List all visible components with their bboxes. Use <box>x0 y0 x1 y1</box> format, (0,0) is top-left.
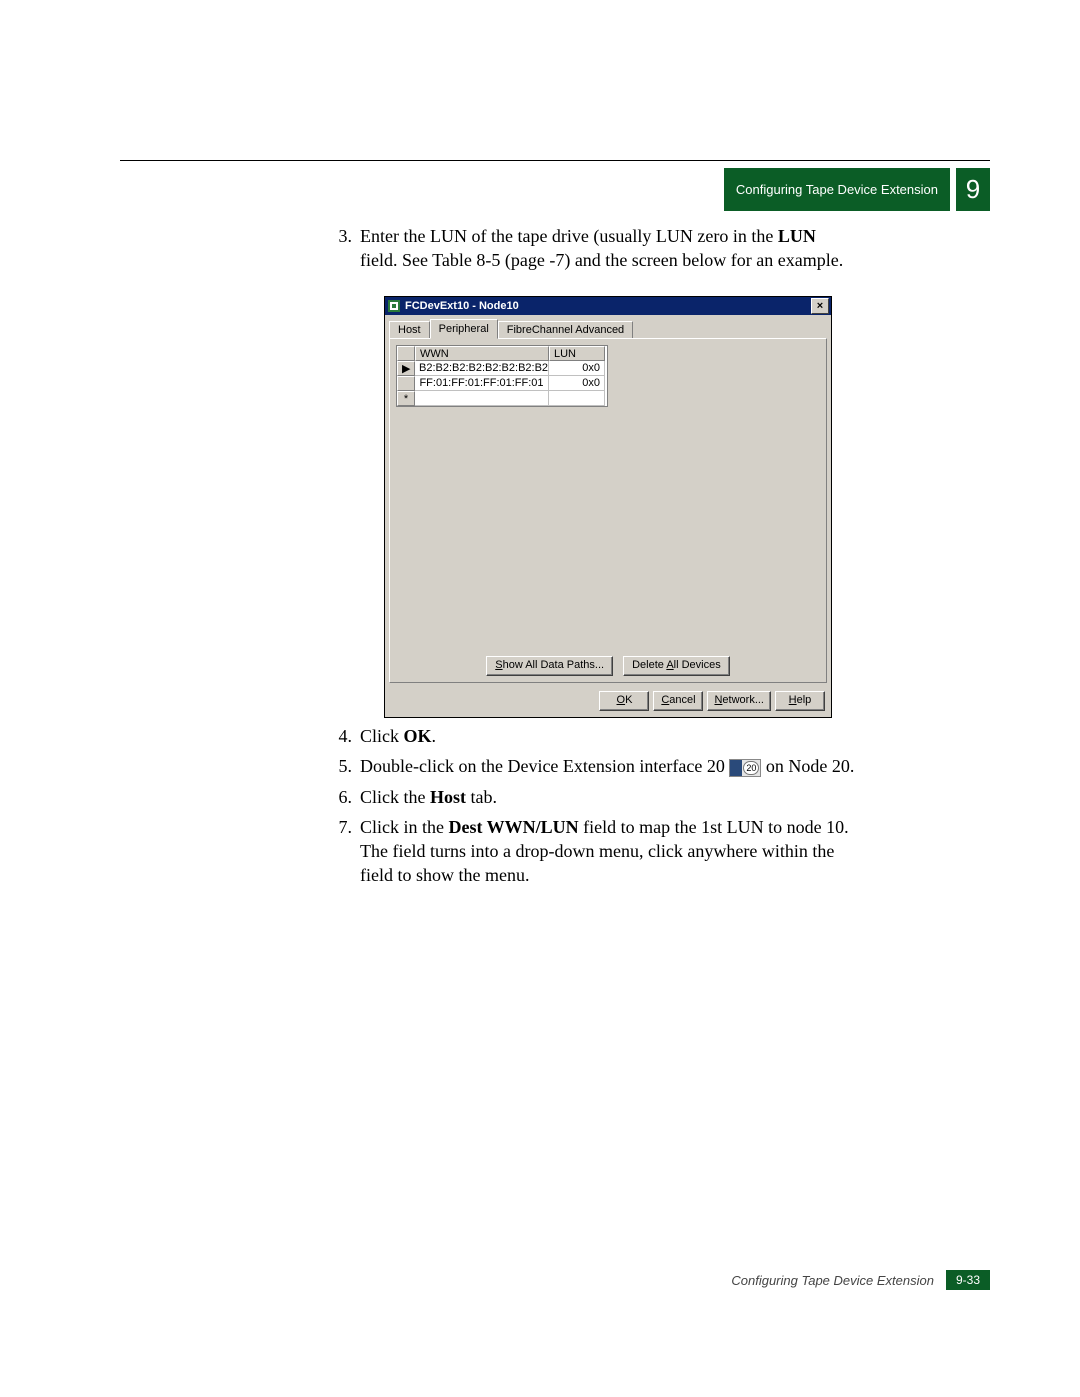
grid-corner <box>397 346 415 361</box>
btn-label-rest: how All Data Paths... <box>503 659 605 671</box>
page-footer: Configuring Tape Device Extension 9-33 <box>731 1270 990 1290</box>
network-button[interactable]: Network... <box>707 691 771 711</box>
footer-section-title: Configuring Tape Device Extension <box>731 1273 934 1288</box>
device-grid[interactable]: WWN LUN ▶ B2:B2:B2:B2:B2:B2:B2:B2 0x0 FF… <box>396 345 608 407</box>
bold-ok: OK <box>404 726 432 746</box>
step-text: Double-click on the Device Extension int… <box>360 754 856 778</box>
cell-lun[interactable]: 0x0 <box>549 361 605 376</box>
text-fragment: Click <box>360 726 404 746</box>
body-content-continued: 4. Click OK. 5. Double-click on the Devi… <box>326 724 856 894</box>
cell-lun[interactable]: 0x0 <box>549 376 605 391</box>
body-content: 3. Enter the LUN of the tape drive (usua… <box>326 224 856 279</box>
text-fragment: on Node 20. <box>761 756 854 776</box>
step-7: 7. Click in the Dest WWN/LUN field to ma… <box>326 815 856 888</box>
step-text: Click in the Dest WWN/LUN field to map t… <box>360 815 856 888</box>
col-header-wwn[interactable]: WWN <box>415 346 549 361</box>
app-icon <box>387 299 401 313</box>
step-number: 4. <box>326 724 360 748</box>
new-row-marker: * <box>397 391 415 406</box>
tab-label: Peripheral <box>439 323 489 335</box>
dialog-button-row: OK Cancel Network... Help <box>385 687 831 717</box>
cell-wwn[interactable] <box>415 391 549 406</box>
cell-wwn[interactable]: B2:B2:B2:B2:B2:B2:B2:B2 <box>415 361 549 376</box>
device-extension-20-icon <box>729 759 761 777</box>
help-button[interactable]: Help <box>775 691 825 711</box>
tab-peripheral[interactable]: Peripheral <box>430 319 498 339</box>
cancel-button[interactable]: Cancel <box>653 691 703 711</box>
bold-host: Host <box>430 787 466 807</box>
cell-lun[interactable] <box>549 391 605 406</box>
bold-dest-wwn-lun: Dest WWN/LUN <box>449 817 579 837</box>
show-all-data-paths-button[interactable]: Show All Data Paths... <box>486 656 613 676</box>
step-5: 5. Double-click on the Device Extension … <box>326 754 856 778</box>
step-text: Click the Host tab. <box>360 785 856 809</box>
chapter-number: 9 <box>956 168 990 211</box>
grid-header-row: WWN LUN <box>397 346 607 361</box>
tab-label: Host <box>398 324 421 336</box>
step-number: 3. <box>326 224 360 273</box>
text-fragment: Click in the <box>360 817 449 837</box>
step-3: 3. Enter the LUN of the tape drive (usua… <box>326 224 856 273</box>
text-fragment: Click the <box>360 787 430 807</box>
ok-button[interactable]: OK <box>599 691 649 711</box>
delete-all-devices-button[interactable]: Delete All Devices <box>623 656 730 676</box>
grid-row[interactable]: FF:01:FF:01:FF:01:FF:01 0x0 <box>397 376 607 391</box>
text-fragment: Double-click on the Device Extension int… <box>360 756 729 776</box>
fcdevext-dialog: FCDevExt10 - Node10 × Host Peripheral Fi… <box>384 296 832 718</box>
dialog-title: FCDevExt10 - Node10 <box>405 300 519 312</box>
grid-row[interactable]: ▶ B2:B2:B2:B2:B2:B2:B2:B2 0x0 <box>397 361 607 376</box>
footer-page-number: 9-33 <box>946 1270 990 1290</box>
col-header-lun[interactable]: LUN <box>549 346 605 361</box>
row-marker <box>397 376 415 391</box>
grid-new-row[interactable]: * <box>397 391 607 406</box>
dialog-titlebar: FCDevExt10 - Node10 × <box>385 297 831 315</box>
bold-lun: LUN <box>778 226 816 246</box>
step-4: 4. Click OK. <box>326 724 856 748</box>
tab-strip: Host Peripheral FibreChannel Advanced <box>385 315 831 338</box>
text-fragment: field. See Table 8-5 (page -7) and the s… <box>360 250 843 270</box>
text-fragment: Enter the LUN of the tape drive (usually… <box>360 226 778 246</box>
text-fragment: tab. <box>466 787 497 807</box>
header-section-title: Configuring Tape Device Extension <box>724 168 950 211</box>
header-bar: Configuring Tape Device Extension 9 <box>724 168 990 211</box>
panel-button-row: Show All Data Paths... Delete All Device… <box>396 650 820 676</box>
row-marker: ▶ <box>397 361 415 376</box>
step-text: Click OK. <box>360 724 856 748</box>
tab-host[interactable]: Host <box>389 321 430 338</box>
cell-wwn[interactable]: FF:01:FF:01:FF:01:FF:01 <box>415 376 549 391</box>
tab-panel: WWN LUN ▶ B2:B2:B2:B2:B2:B2:B2:B2 0x0 FF… <box>389 338 827 683</box>
step-number: 7. <box>326 815 360 888</box>
step-number: 5. <box>326 754 360 778</box>
step-text: Enter the LUN of the tape drive (usually… <box>360 224 856 273</box>
text-fragment: . <box>432 726 437 746</box>
tab-label: FibreChannel Advanced <box>507 324 624 336</box>
tab-fibrechannel-advanced[interactable]: FibreChannel Advanced <box>498 321 633 338</box>
header-rule <box>120 160 990 161</box>
step-number: 6. <box>326 785 360 809</box>
step-6: 6. Click the Host tab. <box>326 785 856 809</box>
close-button[interactable]: × <box>811 298 829 314</box>
